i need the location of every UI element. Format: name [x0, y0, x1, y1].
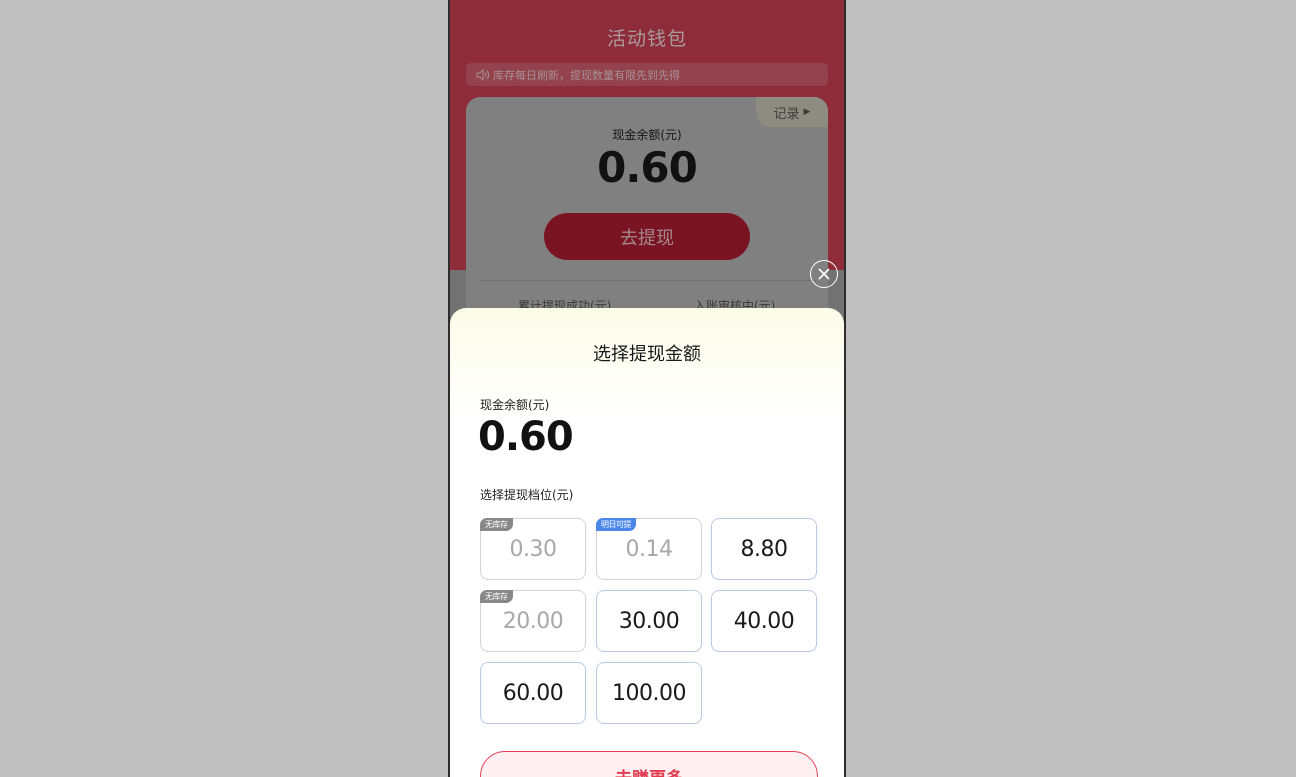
tier-option[interactable]: 8.80	[711, 518, 817, 580]
tier-option[interactable]: 60.00	[480, 662, 586, 724]
tier-option[interactable]: 明日可提 0.14	[596, 518, 702, 580]
tier-option[interactable]: 30.00	[596, 590, 702, 652]
tier-amount: 20.00	[502, 608, 564, 634]
tier-label: 选择提现档位(元)	[480, 488, 574, 502]
tier-option[interactable]: 无库存 20.00	[480, 590, 586, 652]
sheet-title: 选择提现金额	[593, 344, 701, 365]
tier-amount: 100.00	[612, 680, 686, 706]
tier-badge: 无库存	[480, 518, 513, 531]
sheet-balance-label: 现金余额(元)	[480, 398, 550, 412]
tier-badge: 无库存	[480, 590, 513, 603]
sheet-balance-value: 0.60	[478, 414, 574, 460]
close-button[interactable]	[810, 260, 838, 288]
tier-amount: 60.00	[502, 680, 564, 706]
withdraw-sheet: 选择提现金额 现金余额(元) 0.60 选择提现档位(元) 无库存 0.30 明…	[450, 308, 844, 777]
earn-more-button[interactable]: 去赚更多	[480, 751, 818, 777]
tier-option[interactable]: 100.00	[596, 662, 702, 724]
tier-amount: 0.14	[625, 536, 673, 562]
tier-amount: 30.00	[618, 608, 680, 634]
tier-amount: 8.80	[740, 536, 788, 562]
tier-badge: 明日可提	[596, 518, 636, 531]
tier-amount: 40.00	[733, 608, 795, 634]
close-icon	[818, 268, 830, 280]
tier-option[interactable]: 40.00	[711, 590, 817, 652]
tier-option[interactable]: 无库存 0.30	[480, 518, 586, 580]
tier-amount: 0.30	[509, 536, 557, 562]
phone-screen: 活动钱包 库存每日刷新，提现数量有限先到先得 记录 ▶ 现金余额(元) 0.60…	[448, 0, 846, 777]
